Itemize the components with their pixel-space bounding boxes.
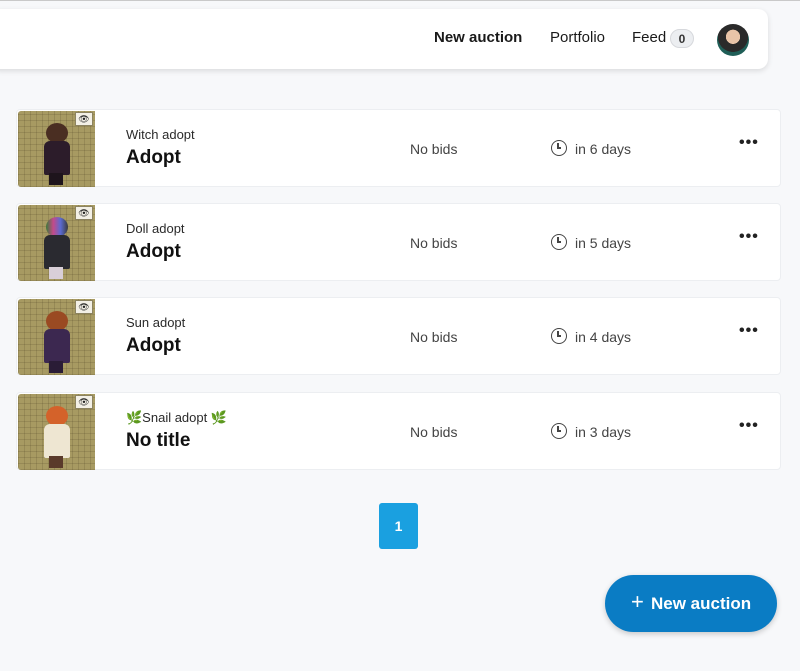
eye-icon: 👁	[75, 395, 93, 409]
nav-new-auction-link[interactable]: New auction	[434, 29, 522, 46]
listing-time-left: in 3 days	[575, 424, 632, 440]
more-icon[interactable]: •••	[739, 228, 759, 246]
new-auction-fab[interactable]: + New auction	[605, 575, 777, 632]
character-art-head	[46, 217, 68, 237]
character-art-head	[46, 406, 68, 426]
listing-row[interactable]: 👁 Sun adopt Adopt No bids in 4 days •••	[16, 297, 781, 375]
listing-bids: No bids	[410, 235, 458, 251]
character-art-legs	[49, 456, 63, 468]
listing-row[interactable]: 👁 🌿Snail adopt 🌿 No title No bids in 3 d…	[16, 392, 781, 470]
character-art-legs	[49, 361, 63, 373]
listing-time-left: in 5 days	[575, 235, 632, 251]
pagination-page-1[interactable]: 1	[379, 503, 418, 549]
user-avatar[interactable]	[717, 24, 749, 56]
listing-subtitle: Doll adopt	[126, 221, 185, 236]
listing-subtitle: 🌿Snail adopt 🌿	[126, 410, 228, 425]
listing-bids: No bids	[410, 141, 458, 157]
listing-thumbnail[interactable]: 👁	[18, 394, 95, 470]
more-icon[interactable]: •••	[739, 417, 759, 435]
clock-icon	[551, 328, 567, 344]
character-art-body	[44, 235, 70, 269]
listing-row[interactable]: 👁 Doll adopt Adopt No bids in 5 days •••	[16, 203, 781, 281]
listing-subtitle: Sun adopt	[126, 315, 186, 330]
feed-count-badge: 0	[670, 29, 694, 48]
more-icon[interactable]: •••	[739, 322, 759, 340]
clock-icon	[551, 423, 567, 439]
character-art-legs	[49, 173, 63, 185]
clock-icon	[551, 234, 567, 250]
listing-bids: No bids	[410, 329, 458, 345]
listing-thumbnail[interactable]: 👁	[18, 205, 95, 281]
listing-bids: No bids	[410, 424, 458, 440]
nav-portfolio-link[interactable]: Portfolio	[550, 29, 605, 46]
listing-title[interactable]: No title	[126, 430, 190, 452]
fab-label: New auction	[651, 594, 752, 613]
character-art-body	[44, 329, 70, 363]
eye-icon: 👁	[75, 206, 93, 220]
listing-title[interactable]: Adopt	[126, 335, 181, 357]
eye-icon: 👁	[75, 300, 93, 314]
listing-subtitle: Witch adopt	[126, 127, 195, 142]
more-icon[interactable]: •••	[739, 134, 759, 152]
listing-title[interactable]: Adopt	[126, 241, 181, 263]
listing-row[interactable]: 👁 Witch adopt Adopt No bids in 6 days ••…	[16, 109, 781, 187]
listing-thumbnail[interactable]: 👁	[18, 111, 95, 187]
listing-time-left: in 4 days	[575, 329, 632, 345]
listing-thumbnail[interactable]: 👁	[18, 299, 95, 375]
character-art-legs	[49, 267, 63, 279]
nav-feed-link[interactable]: Feed	[632, 29, 666, 46]
character-art-body	[44, 424, 70, 458]
clock-icon	[551, 140, 567, 156]
listing-time-left: in 6 days	[575, 141, 632, 157]
character-art-body	[44, 141, 70, 175]
plus-icon: +	[631, 589, 644, 614]
listing-title[interactable]: Adopt	[126, 147, 181, 169]
top-border	[0, 0, 800, 1]
character-art-head	[46, 311, 68, 331]
character-art-head	[46, 123, 68, 143]
eye-icon: 👁	[75, 112, 93, 126]
